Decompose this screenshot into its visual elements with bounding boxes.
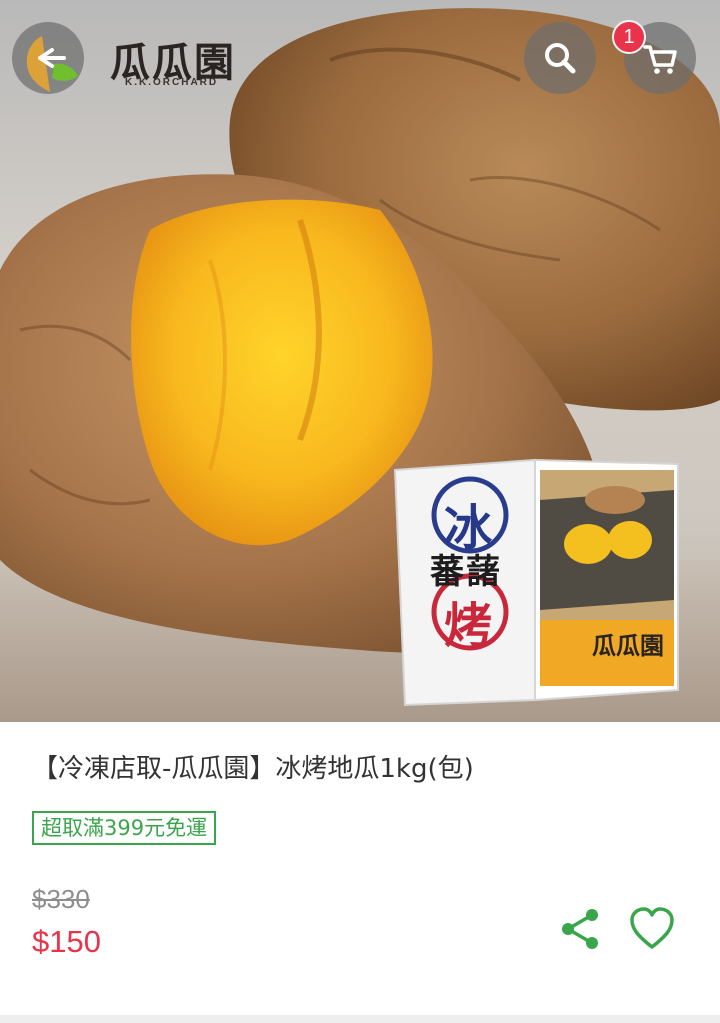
cart-icon	[643, 45, 677, 74]
cart-count-badge: 1	[612, 20, 646, 54]
share-icon	[562, 909, 598, 949]
product-title: 【冷凍店取-瓜瓜園】冰烤地瓜1kg(包)	[32, 754, 474, 784]
search-icon	[545, 43, 576, 74]
arrow-left-icon	[26, 36, 78, 92]
back-button[interactable]	[12, 22, 84, 94]
box-brand: 瓜瓜園	[592, 631, 664, 660]
sweet-potato-photo	[0, 8, 720, 722]
brand-subtitle: K.K.ORCHARD	[125, 77, 219, 88]
original-price: $330	[32, 884, 90, 914]
bottom-divider	[0, 1015, 720, 1023]
box-label-roast: 烤	[444, 598, 493, 654]
heart-outline-icon	[630, 907, 674, 949]
search-button[interactable]	[524, 22, 596, 94]
favorite-button[interactable]	[628, 905, 676, 953]
share-button[interactable]	[558, 906, 604, 952]
sale-price: $150	[32, 924, 101, 959]
product-image: 冰 蕃藷 烤 瓜瓜園 瓜瓜園 K.K.ORCHARD 1	[0, 0, 720, 722]
promo-tag: 超取滿399元免運	[32, 811, 217, 845]
